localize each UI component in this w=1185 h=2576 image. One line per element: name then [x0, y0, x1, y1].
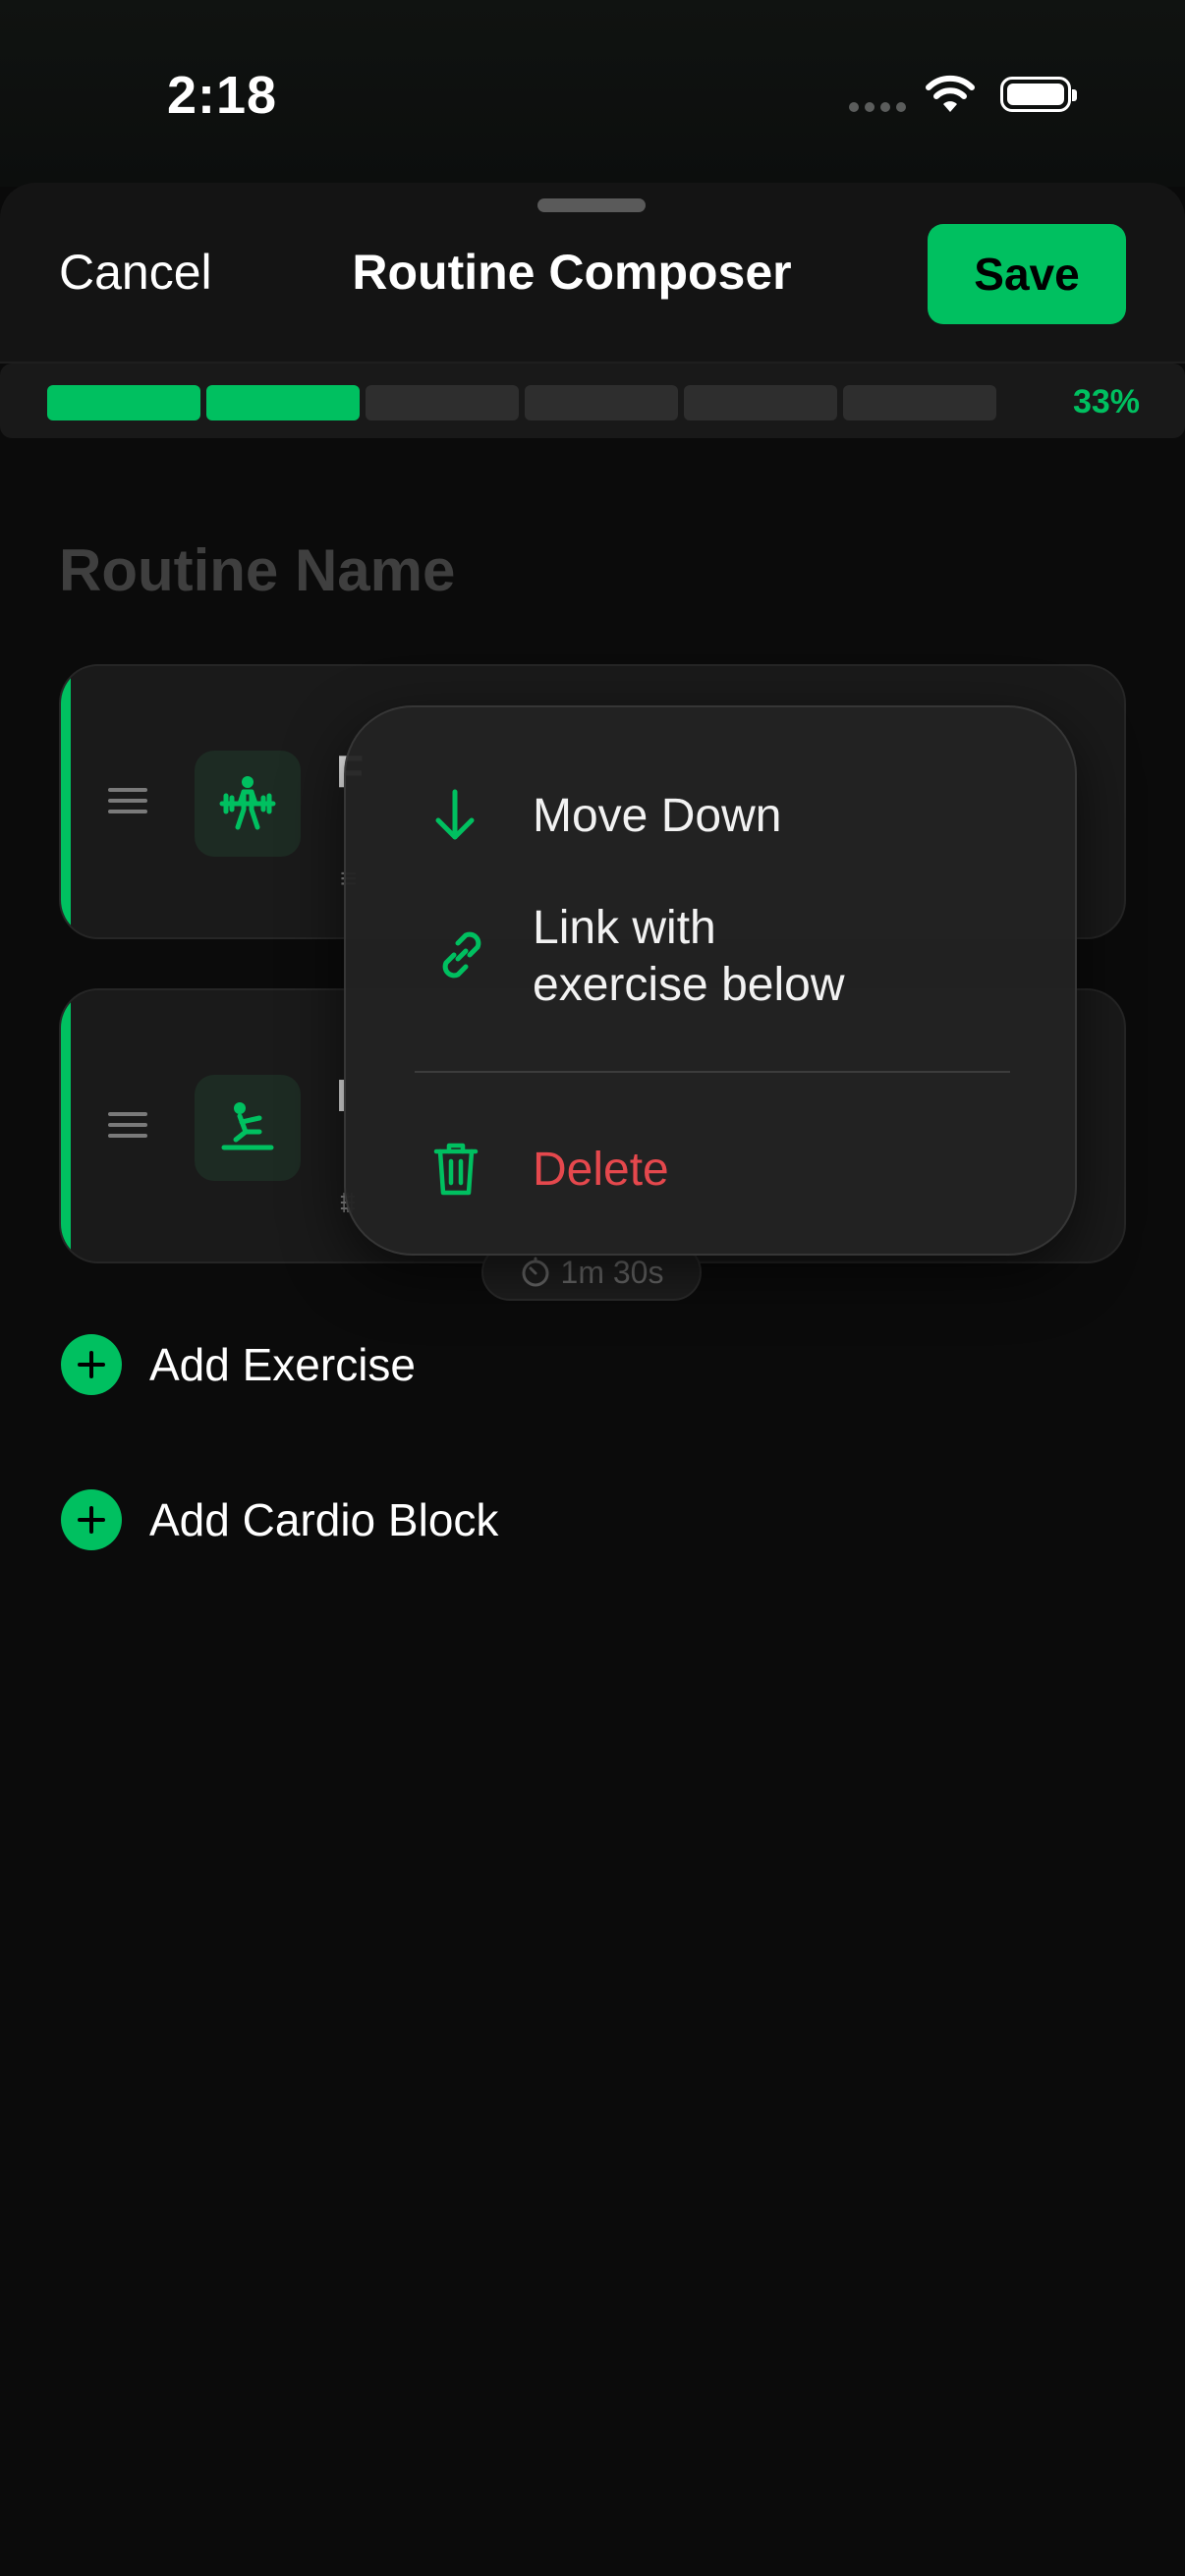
sheet-grabber[interactable] — [537, 198, 646, 212]
menu-item-label-delete: Delete — [533, 1144, 669, 1196]
card-accent — [61, 990, 71, 1261]
status-time: 2:18 — [167, 66, 278, 125]
plus-icon — [61, 1489, 122, 1550]
menu-item-delete[interactable]: Delete — [346, 1120, 1075, 1218]
add-cardio-block-button[interactable]: Add Cardio Block — [61, 1489, 498, 1550]
routine-composer-sheet: Cancel Routine Composer Save 33% F ≡ — [0, 183, 1185, 2576]
link-icon — [432, 925, 491, 984]
menu-divider — [415, 1071, 1010, 1073]
weightlifting-icon — [195, 751, 301, 857]
rowing-icon — [195, 1075, 301, 1181]
rest-time-label: 1m 30s — [560, 1254, 664, 1290]
progress-segment — [684, 385, 837, 420]
progress-segment — [525, 385, 678, 420]
battery-icon — [1000, 77, 1077, 112]
timer-icon — [522, 1257, 549, 1287]
progress-segment — [843, 385, 996, 420]
wifi-icon — [926, 75, 975, 112]
trash-icon — [432, 1140, 480, 1197]
save-button[interactable]: Save — [928, 224, 1126, 324]
drag-handle-icon[interactable] — [108, 788, 147, 820]
status-bar: 2:18 — [0, 0, 1185, 187]
progress-segment — [206, 385, 360, 420]
progress-segment — [366, 385, 519, 420]
add-exercise-button[interactable]: Add Exercise — [61, 1334, 416, 1395]
menu-item-label: Move Down — [533, 790, 782, 842]
menu-item-link-exercise[interactable]: Link with exercise below — [346, 888, 1075, 1026]
add-cardio-label: Add Cardio Block — [149, 1494, 499, 1545]
context-menu: Move Down Link with exercise below Delet… — [344, 705, 1077, 1256]
routine-name-input[interactable] — [59, 536, 1042, 604]
arrow-down-icon — [432, 788, 478, 843]
sheet-header: Cancel Routine Composer Save — [0, 183, 1185, 364]
progress-percent: 33% — [1072, 383, 1140, 420]
plus-icon — [61, 1334, 122, 1395]
card-accent — [61, 666, 71, 937]
menu-item-move-down[interactable]: Move Down — [346, 766, 1075, 865]
add-exercise-label: Add Exercise — [149, 1339, 417, 1390]
progress-bar — [47, 385, 996, 420]
progress-segment — [47, 385, 200, 420]
signal-dots-icon — [849, 102, 906, 112]
drag-handle-icon[interactable] — [108, 1112, 147, 1145]
menu-item-label: Link with exercise below — [533, 902, 845, 1011]
